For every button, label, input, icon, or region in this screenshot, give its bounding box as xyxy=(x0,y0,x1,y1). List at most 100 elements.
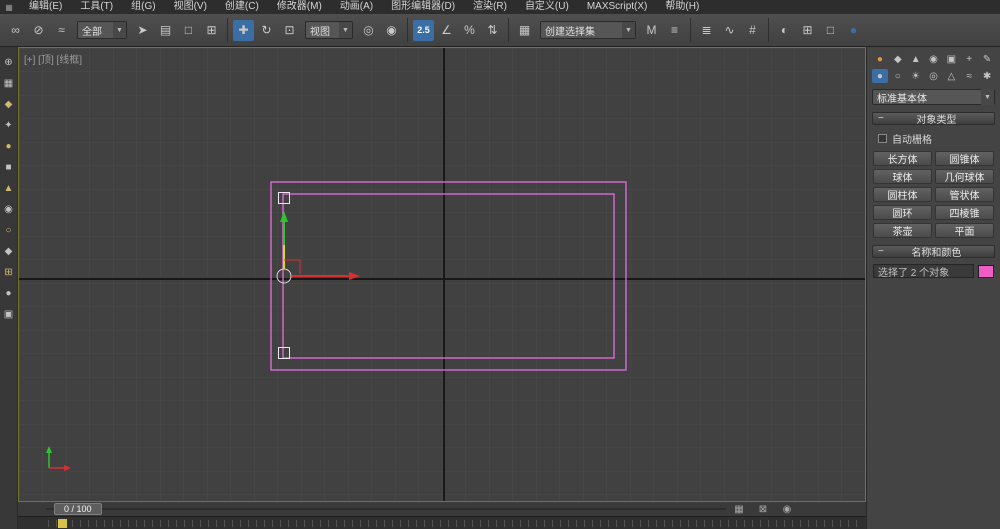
snap-toggle-25-icon[interactable]: 2.5 xyxy=(413,20,434,41)
left-dock-icon-10[interactable]: ◆ xyxy=(2,244,16,258)
menu-group[interactable]: 组(G) xyxy=(122,0,164,14)
bind-spacewarp-icon[interactable]: ≈ xyxy=(51,20,72,41)
select-and-link-icon[interactable]: ∞ xyxy=(5,20,26,41)
time-slider-handle[interactable]: 0 / 100 xyxy=(54,503,102,515)
schematic-view-icon[interactable]: # xyxy=(742,20,763,41)
render-production-icon[interactable]: ● xyxy=(843,20,864,41)
name-color-rollout-header[interactable]: − 名称和颜色 xyxy=(872,245,995,258)
material-editor-icon[interactable]: ◐ xyxy=(774,20,795,41)
main-toolbar: ∞ ⊘ ≈ 全部 ▼ ➤ ▤ □ ⊞ ✚ ↻ ⊡ 视图 ▼ ◎ ◉ 2.5 ∠ … xyxy=(0,14,1000,47)
unlink-selection-icon[interactable]: ⊘ xyxy=(28,20,49,41)
pencil-icon[interactable]: ✎ xyxy=(979,52,995,66)
menu-animation[interactable]: 动画(A) xyxy=(331,0,382,14)
current-frame-marker[interactable] xyxy=(58,519,67,528)
box-button[interactable]: 长方体 xyxy=(873,151,932,166)
cone-button[interactable]: 圆锥体 xyxy=(935,151,994,166)
time-slider[interactable]: 0 / 100 ▦ ⊠ ◉ xyxy=(18,502,866,516)
lights-category-icon[interactable]: ☀ xyxy=(908,69,924,83)
mirror-icon[interactable]: M xyxy=(641,20,662,41)
curve-editor-icon[interactable]: ∿ xyxy=(719,20,740,41)
render-setup-icon[interactable]: ⊞ xyxy=(797,20,818,41)
use-center-icon[interactable]: ◎ xyxy=(358,20,379,41)
menu-maxscript[interactable]: MAXScript(X) xyxy=(578,0,657,14)
select-object-icon[interactable]: ➤ xyxy=(132,20,153,41)
menu-help[interactable]: 帮助(H) xyxy=(656,0,708,14)
layer-manager-icon[interactable]: ≣ xyxy=(696,20,717,41)
time-slider-track[interactable] xyxy=(46,508,726,510)
track-bar-ticks xyxy=(48,520,860,527)
left-dock-icon-13[interactable]: ▣ xyxy=(2,307,16,321)
object-type-rollout-header[interactable]: − 对象类型 xyxy=(872,112,995,125)
menu-create[interactable]: 创建(C) xyxy=(216,0,268,14)
selection-filter-dropdown[interactable]: 全部 ▼ xyxy=(77,21,127,39)
left-dock-icon-2[interactable]: ▦ xyxy=(2,76,16,90)
cylinder-button[interactable]: 圆柱体 xyxy=(873,187,932,202)
left-dock-icon-12[interactable]: ● xyxy=(2,286,16,300)
menu-graph-editors[interactable]: 图形编辑器(D) xyxy=(382,0,464,14)
percent-snap-icon[interactable]: % xyxy=(459,20,480,41)
viewport-canvas[interactable] xyxy=(19,48,865,501)
sphere-button[interactable]: 球体 xyxy=(873,169,932,184)
select-by-name-icon[interactable]: ▤ xyxy=(155,20,176,41)
left-dock-icon-5[interactable]: ● xyxy=(2,139,16,153)
left-dock-icon-6[interactable]: ■ xyxy=(2,160,16,174)
status-icon-1[interactable]: ▦ xyxy=(733,503,745,515)
modify-tab-icon[interactable]: ◆ xyxy=(890,52,906,66)
left-dock-icon-1[interactable]: ⊕ xyxy=(2,55,16,69)
object-name-field[interactable]: 选择了 2 个对象 xyxy=(873,264,974,278)
left-dock-icon-4[interactable]: ✦ xyxy=(2,118,16,132)
rect-selection-region-icon[interactable]: □ xyxy=(178,20,199,41)
hierarchy-tab-icon[interactable]: ▲ xyxy=(908,52,924,66)
menu-customize[interactable]: 自定义(U) xyxy=(516,0,578,14)
geosphere-button[interactable]: 几何球体 xyxy=(935,169,994,184)
app-icon[interactable]: ▦ xyxy=(4,2,14,12)
edit-named-sets-icon[interactable]: ▦ xyxy=(514,20,535,41)
left-dock-icon-3[interactable]: ◆ xyxy=(2,97,16,111)
left-dock-icon-7[interactable]: ▲ xyxy=(2,181,16,195)
select-and-scale-icon[interactable]: ⊡ xyxy=(279,20,300,41)
reference-coordsys-dropdown[interactable]: 视图 ▼ xyxy=(305,21,353,39)
geometry-category-icon[interactable]: ● xyxy=(872,69,888,83)
status-icon-3[interactable]: ◉ xyxy=(781,503,793,515)
named-selection-sets-dropdown[interactable]: 创建选择集 ▼ xyxy=(540,21,636,39)
cameras-category-icon[interactable]: ◎ xyxy=(926,69,942,83)
motion-tab-icon[interactable]: ◉ xyxy=(926,52,942,66)
viewport-top[interactable]: [+] [顶] [线框] xyxy=(18,47,866,502)
menu-edit[interactable]: 编辑(E) xyxy=(20,0,71,14)
select-and-move-icon[interactable]: ✚ xyxy=(233,20,254,41)
viewport-label[interactable]: [+] [顶] [线框] xyxy=(24,51,82,66)
window-crossing-icon[interactable]: ⊞ xyxy=(201,20,222,41)
toolbar-separator xyxy=(768,18,769,42)
named-selection-sets-value: 创建选择集 xyxy=(545,23,595,38)
autogrid-checkbox[interactable] xyxy=(878,134,887,143)
teapot-button[interactable]: 茶壶 xyxy=(873,223,932,238)
helpers-category-icon[interactable]: △ xyxy=(943,69,959,83)
utilities-tab-icon[interactable]: + xyxy=(961,52,977,66)
display-tab-icon[interactable]: ▣ xyxy=(943,52,959,66)
left-dock-icon-9[interactable]: ○ xyxy=(2,223,16,237)
select-and-rotate-icon[interactable]: ↻ xyxy=(256,20,277,41)
plane-button[interactable]: 平面 xyxy=(935,223,994,238)
menu-rendering[interactable]: 渲染(R) xyxy=(464,0,516,14)
select-and-manipulate-icon[interactable]: ◉ xyxy=(381,20,402,41)
spinner-snap-icon[interactable]: ⇅ xyxy=(482,20,503,41)
create-tab-icon[interactable]: ● xyxy=(872,52,888,66)
object-color-swatch[interactable] xyxy=(978,265,994,278)
track-bar[interactable] xyxy=(18,516,866,529)
systems-category-icon[interactable]: ✱ xyxy=(979,69,995,83)
spacewarps-category-icon[interactable]: ≈ xyxy=(961,69,977,83)
torus-button[interactable]: 圆环 xyxy=(873,205,932,220)
left-dock-icon-11[interactable]: ⊞ xyxy=(2,265,16,279)
rendered-frame-icon[interactable]: □ xyxy=(820,20,841,41)
menu-modifiers[interactable]: 修改器(M) xyxy=(268,0,331,14)
status-icon-2[interactable]: ⊠ xyxy=(757,503,769,515)
angle-snap-icon[interactable]: ∠ xyxy=(436,20,457,41)
pyramid-button[interactable]: 四棱锥 xyxy=(935,205,994,220)
menu-tools[interactable]: 工具(T) xyxy=(71,0,122,14)
align-icon[interactable]: ≡ xyxy=(664,20,685,41)
primitive-category-dropdown[interactable]: 标准基本体 ▼ xyxy=(872,89,995,105)
left-dock-icon-8[interactable]: ◉ xyxy=(2,202,16,216)
shapes-category-icon[interactable]: ○ xyxy=(890,69,906,83)
tube-button[interactable]: 管状体 xyxy=(935,187,994,202)
menu-views[interactable]: 视图(V) xyxy=(165,0,216,14)
